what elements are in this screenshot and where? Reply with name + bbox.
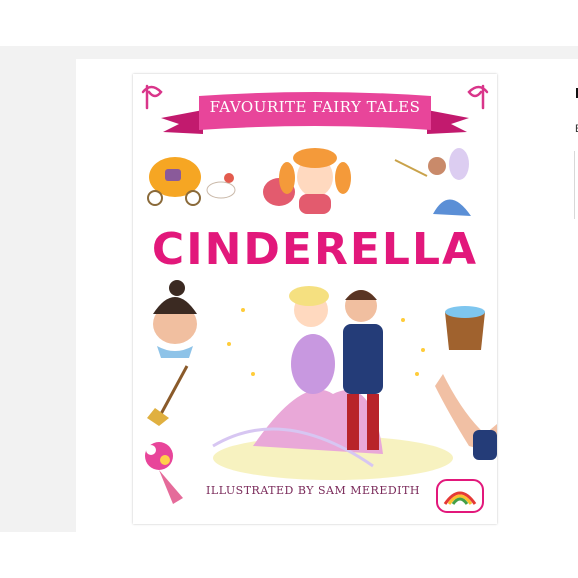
water-bucket-icon — [445, 306, 485, 350]
girl-face-icon — [263, 148, 351, 214]
dancing-couple-illustration — [212, 286, 453, 480]
book-cover-image[interactable]: FAVOURITE FAIRY TALES CINDERELLA ILLUSTR… — [133, 74, 497, 524]
fairy-godmother-icon — [394, 148, 471, 216]
glass-slipper-hand-icon — [435, 374, 497, 460]
bottom-bar — [0, 532, 578, 578]
info-box-edge — [574, 151, 578, 219]
illustrator-credit: ILLUSTRATED BY SAM MEREDITH — [206, 484, 420, 497]
stepsister-face-icon — [153, 280, 197, 358]
rainbow-publisher-logo — [436, 479, 484, 513]
product-info-panel: I E — [568, 59, 578, 532]
series-label: FAVOURITE FAIRY TALES — [209, 98, 421, 116]
pumpkin-carriage-icon — [147, 157, 236, 206]
book-title: CINDERELLA — [151, 224, 479, 275]
broom-icon — [147, 365, 189, 426]
cover-illustration — [141, 84, 497, 513]
top-bar — [0, 0, 578, 46]
flower-bouquet-icon — [145, 442, 183, 504]
